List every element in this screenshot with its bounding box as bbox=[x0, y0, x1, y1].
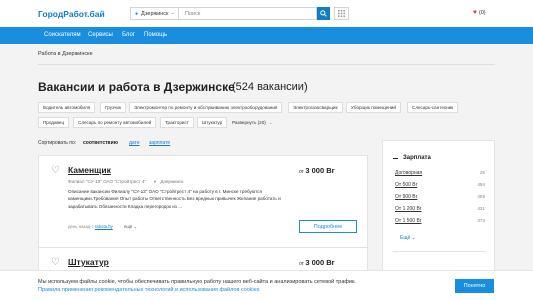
chevron-down-icon: ⌄ bbox=[133, 224, 138, 229]
location-pin-icon: ● bbox=[153, 179, 157, 184]
vacancy-age-label: день назад с bbox=[68, 224, 94, 229]
collapse-icon bbox=[393, 157, 398, 159]
sort-by-date[interactable]: дате bbox=[129, 140, 140, 146]
favorites-link[interactable]: ♥ (0) bbox=[473, 9, 486, 16]
tag-chip[interactable]: Водитель автомобиля bbox=[38, 102, 96, 113]
salary-filter-title: Зарплата bbox=[403, 155, 431, 161]
tag-chip[interactable]: Грузчик bbox=[100, 102, 126, 113]
site-logo[interactable]: ГородРабот.бай bbox=[38, 9, 105, 19]
salary-filter-label: От 500 Br bbox=[395, 182, 418, 188]
vacancy-description: Описание вакансии Филиалу "СУ-13" ОАО "С… bbox=[68, 189, 281, 209]
tag-chip[interactable]: Продавец bbox=[38, 117, 70, 128]
cookie-text: Мы используем файлы cookie, чтобы обеспе… bbox=[38, 279, 356, 285]
main-nav: Соискателям Сервисы Блог Помощь bbox=[0, 27, 533, 44]
tag-chip[interactable]: Слесарь-сантехник bbox=[407, 102, 459, 113]
vacancy-age: день назад с rabota.by bbox=[68, 224, 113, 229]
search-button[interactable] bbox=[317, 7, 330, 20]
salary-filter-label: От 900 Br bbox=[395, 194, 418, 200]
city-selector-label: Дзержинск bbox=[141, 10, 169, 17]
salary-prefix: от bbox=[299, 261, 304, 267]
vacancy-more-label: ещё bbox=[124, 224, 133, 229]
nav-item-help[interactable]: Помощь bbox=[144, 32, 167, 38]
search-input[interactable] bbox=[178, 7, 317, 20]
vacancy-title[interactable]: Каменщик bbox=[68, 165, 111, 175]
cookie-accept-button[interactable]: Понятно bbox=[455, 279, 494, 293]
salary-filter-count: 459 bbox=[477, 194, 485, 199]
salary-amount: 3 000 Br bbox=[305, 258, 335, 267]
city-selector[interactable]: ● Дзержинск ⌄ bbox=[130, 7, 178, 20]
salary-amount: 3 000 Br bbox=[305, 166, 335, 175]
salary-filter-label: Договорная bbox=[395, 170, 423, 176]
tag-chip[interactable]: Электрогазосварщик bbox=[288, 102, 343, 113]
favorite-heart-icon[interactable]: ♡ bbox=[51, 165, 60, 176]
nav-item-services[interactable]: Сервисы bbox=[88, 32, 113, 38]
grid-menu-button[interactable] bbox=[334, 7, 349, 20]
tag-chip[interactable]: Тракторист bbox=[160, 117, 194, 128]
salary-filter-label: От 1 200 Br bbox=[395, 206, 422, 212]
chevron-down-icon: ⌄ bbox=[268, 119, 273, 125]
vacancy-more-button[interactable]: ещё ⌄ bbox=[124, 224, 137, 230]
salary-prefix: от bbox=[299, 169, 304, 175]
cookie-banner: Мы используем файлы cookie, чтобы обеспе… bbox=[0, 270, 533, 300]
nav-item-jobseekers[interactable]: Соискателям bbox=[44, 32, 81, 38]
tag-chip[interactable]: Электромонтер по ремонту и обслуживанию … bbox=[129, 102, 283, 113]
heart-icon: ♥ bbox=[473, 9, 477, 16]
favorites-count: (0) bbox=[478, 9, 486, 16]
favorite-heart-icon[interactable]: ♡ bbox=[51, 257, 60, 268]
vacancy-source-link[interactable]: rabota.by bbox=[95, 224, 113, 229]
salary-filter-more-label: Ещё bbox=[400, 235, 411, 241]
divider bbox=[38, 64, 495, 65]
vacancy-count: (524 вакансии) bbox=[232, 81, 308, 93]
vacancy-salary: от 3 000 Br bbox=[299, 166, 335, 175]
tag-chip[interactable]: Штукатур bbox=[197, 117, 228, 128]
sort-label: Сортировать по: bbox=[38, 140, 77, 146]
details-button[interactable]: Подробнее bbox=[299, 220, 357, 233]
expand-tags-label: Развернуть (20) bbox=[232, 120, 266, 125]
page-title: Вакансии и работа в Дзержинске bbox=[38, 80, 235, 94]
nav-item-blog[interactable]: Блог bbox=[122, 32, 135, 38]
divider bbox=[393, 251, 486, 252]
vacancy-salary: от 3 000 Br bbox=[299, 258, 335, 267]
company-name: Филиал "СУ-13" ОАО "Стройтрест 4" bbox=[68, 179, 147, 184]
breadcrumb[interactable]: Работа в Дзержинске bbox=[38, 51, 93, 57]
tag-chip[interactable]: Слесарь по ремонту автомобилей bbox=[73, 117, 157, 128]
tag-chip[interactable]: Уборщик помещений bbox=[346, 102, 401, 113]
search-icon bbox=[320, 10, 327, 17]
salary-filter-count: 373 bbox=[477, 218, 485, 223]
chevron-down-icon: ⌄ bbox=[411, 235, 416, 241]
vacancy-city: Дзержинск bbox=[160, 179, 184, 184]
chevron-down-icon: ⌄ bbox=[170, 10, 175, 16]
cookie-policy-link[interactable]: Правила применения рекомендательных техн… bbox=[38, 287, 260, 293]
vacancy-company: Филиал "СУ-13" ОАО "Стройтрест 4" ● Дзер… bbox=[68, 179, 183, 184]
salary-filter-heading[interactable]: Зарплата bbox=[393, 155, 431, 161]
salary-filter-count: 25 bbox=[479, 170, 485, 175]
salary-filter-count: 494 bbox=[477, 182, 485, 187]
salary-filter-label: От 1 500 Br bbox=[395, 218, 422, 224]
sort-current: соответствию bbox=[83, 140, 118, 146]
pin-icon: ● bbox=[135, 10, 139, 17]
vacancy-title[interactable]: Штукатур bbox=[68, 257, 109, 267]
site-header: ГородРабот.бай ● Дзержинск ⌄ ♥ (0) bbox=[0, 0, 533, 27]
grid-icon bbox=[338, 10, 345, 17]
sort-by-salary[interactable]: зарплате bbox=[149, 140, 170, 146]
salary-filter-count: 421 bbox=[477, 206, 485, 211]
salary-filter-more[interactable]: Ещё ⌄ bbox=[400, 235, 416, 241]
expand-tags-button[interactable]: Развернуть (20) ⌄ bbox=[232, 117, 273, 128]
